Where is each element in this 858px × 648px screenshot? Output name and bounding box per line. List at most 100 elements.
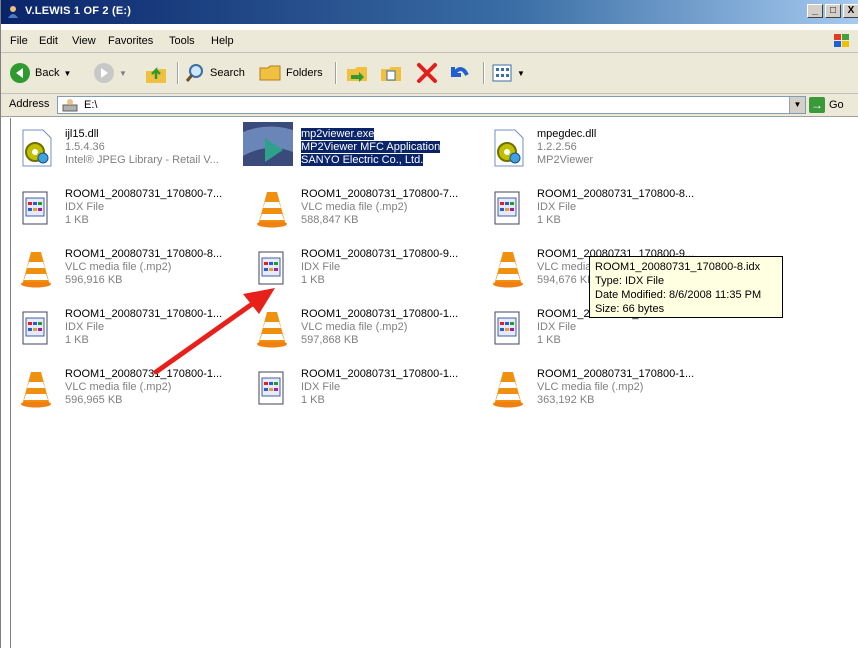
- file-type: VLC media file (.mp2): [65, 381, 172, 393]
- copy-to-folder-icon: [381, 67, 401, 81]
- address-label: Address: [9, 98, 50, 110]
- file-name: ROOM1_20080731_170800-7...: [65, 188, 223, 200]
- file-item[interactable]: ROOM1_20080731_170800-1... VLC media file…: [247, 302, 477, 354]
- drive-icon: [62, 99, 78, 112]
- file-detail: SANYO Electric Co., Ltd.: [301, 154, 424, 166]
- drive-user-icon: [8, 6, 18, 18]
- idx-file-icon: [19, 188, 53, 228]
- file-item[interactable]: ROOM1_20080731_170800-8... IDX File 1 KB: [483, 182, 713, 234]
- folders-label: Folders: [286, 67, 323, 79]
- delete-x-icon: [417, 63, 437, 83]
- search-button[interactable]: Search: [184, 61, 245, 85]
- tooltip-filename: ROOM1_20080731_170800-8.idx: [595, 261, 761, 273]
- file-item-text: ROOM1_20080731_170800-1... VLC media file…: [537, 368, 694, 407]
- file-item-text: ROOM1_20080731_170800-1... VLC media file…: [301, 308, 458, 347]
- file-type: IDX File: [537, 201, 577, 213]
- file-name: ROOM1_20080731_170800-7...: [301, 188, 459, 200]
- search-icon: [185, 64, 203, 82]
- file-item-text: ROOM1_20080731_170800-7... IDX File 1 KB: [65, 188, 222, 227]
- file-detail: 363,192 KB: [537, 394, 595, 406]
- file-item-text: mpegdec.dll 1.2.2.56 MP2Viewer: [537, 128, 596, 167]
- idx-file-icon: [491, 188, 525, 228]
- views-grid-icon: [492, 64, 512, 82]
- minimize-button[interactable]: _: [807, 4, 823, 18]
- title-bar[interactable]: V.LEWIS 1 OF 2 (E:) _ □ X: [1, 0, 858, 24]
- address-dropdown-icon[interactable]: ▼: [789, 97, 805, 113]
- undo-button[interactable]: [447, 61, 471, 85]
- tooltip-size: Size: 66 bytes: [595, 303, 665, 315]
- file-item[interactable]: ijl15.dll 1.5.4.36 Intel® JPEG Library - R…: [11, 122, 241, 174]
- undo-icon: [451, 67, 469, 77]
- menu-file[interactable]: File: [10, 35, 28, 47]
- file-detail: 1 KB: [301, 394, 325, 406]
- views-button[interactable]: ▼: [491, 61, 525, 85]
- move-to-button[interactable]: [345, 61, 369, 85]
- go-label: Go: [829, 99, 844, 111]
- vlc-cone-icon: [491, 368, 525, 408]
- folders-icon: [259, 65, 281, 81]
- file-item-text: ROOM1_20080731_170800-8... IDX File 1 KB: [537, 188, 694, 227]
- menu-help[interactable]: Help: [211, 35, 234, 47]
- address-input[interactable]: E:\ ▼: [57, 96, 806, 114]
- menu-tools[interactable]: Tools: [169, 35, 195, 47]
- file-name: ROOM1_20080731_170800-8...: [65, 248, 223, 260]
- search-label: Search: [210, 67, 245, 79]
- file-detail: 594,676 KB: [537, 274, 595, 286]
- close-button[interactable]: X: [843, 4, 858, 18]
- file-item-text: ROOM1_20080731_170800-9... IDX File 1 KB: [301, 248, 458, 287]
- back-dropdown-icon[interactable]: ▼: [63, 69, 71, 78]
- file-type: VLC media file (.mp2): [65, 261, 172, 273]
- back-button[interactable]: Back ▼: [9, 61, 71, 85]
- vlc-cone-icon: [255, 188, 289, 228]
- menu-favorites[interactable]: Favorites: [108, 35, 153, 47]
- tooltip-date-modified: Date Modified: 8/6/2008 11:35 PM: [595, 289, 762, 301]
- file-item-text: ijl15.dll 1.5.4.36 Intel® JPEG Library - R…: [65, 128, 219, 167]
- file-item[interactable]: ROOM1_20080731_170800-9... IDX File 1 KB: [247, 242, 477, 294]
- dll-gear-icon: [491, 128, 525, 168]
- file-name: mpegdec.dll: [537, 128, 597, 140]
- file-detail: 596,965 KB: [65, 394, 123, 406]
- menu-view[interactable]: View: [72, 35, 96, 47]
- file-name: ROOM1_20080731_170800-1...: [537, 368, 695, 380]
- move-to-folder-icon: [347, 67, 367, 82]
- menu-edit[interactable]: Edit: [39, 35, 58, 47]
- views-dropdown-icon[interactable]: ▼: [517, 69, 525, 78]
- vlc-cone-icon: [491, 248, 525, 288]
- file-type: MP2Viewer MFC Application: [301, 141, 441, 153]
- file-type: VLC media file (.mp2): [301, 201, 408, 213]
- toolbar-separator: [177, 62, 179, 84]
- file-item[interactable]: ROOM1_20080731_170800-1... VLC media file…: [483, 362, 713, 414]
- file-detail: 1 KB: [65, 214, 89, 226]
- file-type: VLC media file (.mp2): [537, 381, 644, 393]
- file-item[interactable]: ROOM1_20080731_170800-1...IDX File1 KB: [247, 362, 477, 414]
- file-type: IDX File: [301, 261, 341, 273]
- file-type: IDX File: [65, 201, 105, 213]
- file-view[interactable]: ijl15.dll 1.5.4.36 Intel® JPEG Library - R…: [10, 118, 858, 648]
- delete-button[interactable]: [415, 61, 439, 85]
- forward-arrow-icon: [94, 63, 114, 83]
- address-value: E:\: [84, 99, 98, 111]
- folders-button[interactable]: Folders: [258, 61, 323, 85]
- window-controls: _ □ X: [807, 4, 858, 18]
- file-item[interactable]: mpegdec.dll 1.2.2.56 MP2Viewer: [483, 122, 713, 174]
- toolbar-separator: [335, 62, 337, 84]
- up-folder-button[interactable]: [144, 61, 168, 85]
- file-item-text: ROOM1_20080731_170800-7... VLC media file…: [301, 188, 458, 227]
- file-item[interactable]: ROOM1_20080731_170800-7... IDX File 1 KB: [11, 182, 241, 234]
- toolbar-separator: [483, 62, 485, 84]
- standard-toolbar: Back ▼ ▼ Search Folders ▼: [1, 53, 858, 94]
- file-name: ROOM1_20080731_170800-1...: [301, 308, 459, 320]
- file-type: 1.5.4.36: [65, 141, 105, 153]
- file-item[interactable]: mp2viewer.exe MP2Viewer MFC Application SA…: [243, 122, 477, 174]
- file-item[interactable]: ROOM1_20080731_170800-7... VLC media file…: [247, 182, 477, 234]
- go-button[interactable]: → Go: [809, 97, 844, 113]
- file-name: ROOM1_20080731_170800-9...: [301, 248, 459, 260]
- maximize-button[interactable]: □: [825, 4, 841, 18]
- up-folder-icon: [146, 66, 166, 83]
- forward-button[interactable]: ▼: [93, 61, 127, 85]
- explorer-window: V.LEWIS 1 OF 2 (E:) _ □ X File Edit View…: [0, 0, 858, 648]
- idx-file-icon: [19, 308, 53, 348]
- forward-dropdown-icon[interactable]: ▼: [119, 69, 127, 78]
- copy-to-button[interactable]: [379, 61, 403, 85]
- file-item-text: mp2viewer.exe MP2Viewer MFC Application SA…: [301, 128, 441, 167]
